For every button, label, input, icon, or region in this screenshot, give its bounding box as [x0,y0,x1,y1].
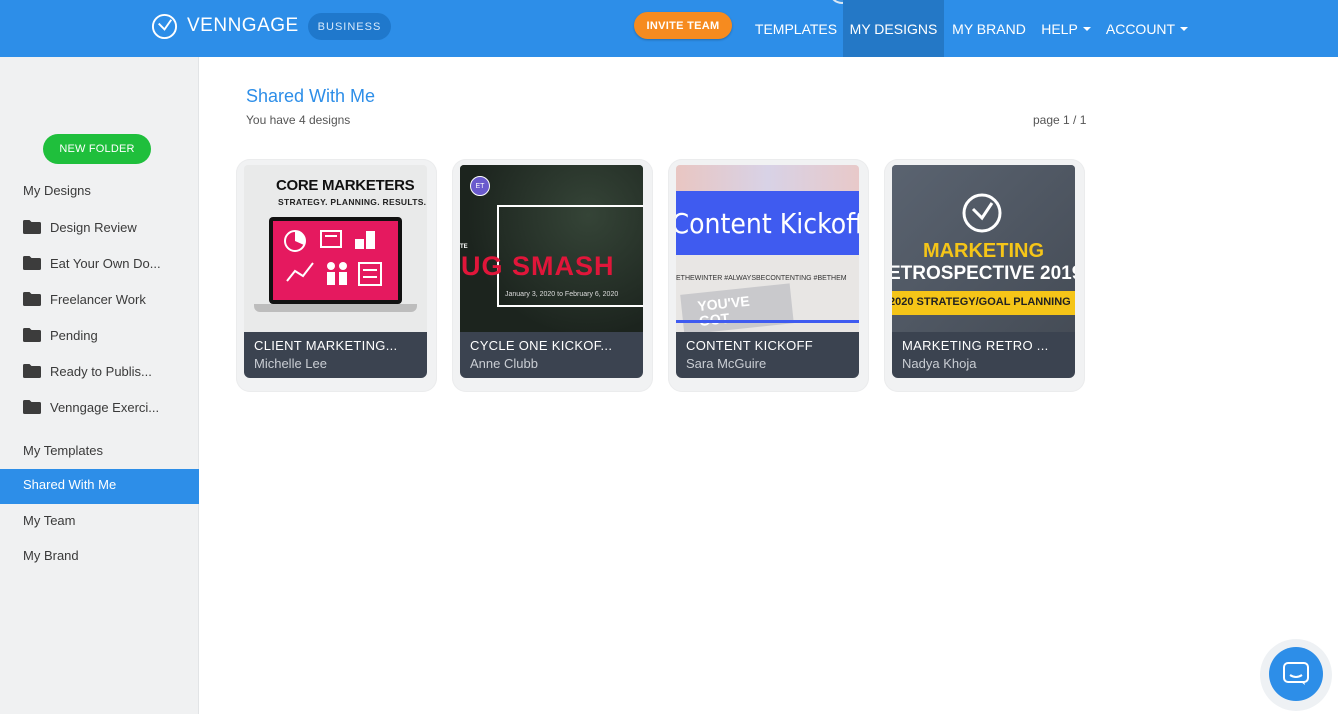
top-navbar: VENNGAGE BUSINESS INVITE TEAM TEMPLATES … [0,0,1338,57]
folder-label: Freelancer Work [50,291,146,307]
caret-down-icon [1180,26,1189,31]
design-author: Michelle Lee [254,356,327,371]
sidebar-item-my-brand[interactable]: My Brand [23,547,79,565]
folder-icon [23,292,41,306]
brand-name: VENNGAGE [187,15,299,36]
sidebar-item-my-team[interactable]: My Team [23,512,76,530]
nav-account[interactable]: ACCOUNT [1099,0,1195,57]
marketing-icons [284,230,382,286]
chat-button[interactable] [1269,647,1323,701]
venngage-clock-logo-icon [962,193,1002,233]
new-folder-button[interactable]: NEW FOLDER [43,134,151,164]
design-author: Anne Clubb [470,356,538,371]
design-title: CYCLE ONE KICKOF... [470,338,613,353]
design-card[interactable]: ET TE UG SMASH January 3, 2020 to Februa… [452,159,653,392]
design-title: MARKETING RETRO ... [902,338,1049,353]
plan-badge: BUSINESS [308,13,391,40]
thumb-banner: 2020 STRATEGY/GOAL PLANNING [892,296,1071,308]
sidebar: NEW FOLDER My Designs Design Review Eat … [0,57,199,714]
design-card[interactable]: CORE MARKETERS STRATEGY. PLANNING. RESUL… [236,159,437,392]
design-thumbnail[interactable]: Content Kickoff ETHEWINTER #ALWAYSBECONT… [676,165,859,332]
thumb-headline: UG SMASH [461,251,615,281]
folder-icon [23,256,41,270]
thumb-top-photo [676,165,859,191]
nav-label: MY DESIGNS [849,20,938,37]
sidebar-item-shared-with-me[interactable]: Shared With Me [0,469,199,504]
folder-icon [23,220,41,234]
caret-down-icon [1082,26,1091,31]
design-title: CONTENT KICKOFF [686,338,814,353]
folder-label: Pending [50,327,98,343]
page-title: Shared With Me [246,86,376,106]
design-caption[interactable]: CLIENT MARKETING... Michelle Lee [244,332,427,378]
sidebar-folder[interactable]: Pending [23,326,98,344]
folder-icon [23,364,41,378]
nav-label: TEMPLATES [754,20,838,37]
thumb-sticker: YOU'VE GOT [680,283,794,332]
sidebar-folder[interactable]: Ready to Publis... [23,362,152,380]
thumb-headline: Content Kickoff [676,206,859,240]
nav-label: HELP [1041,20,1078,37]
sidebar-folder[interactable]: Freelancer Work [23,290,146,308]
thumb-blue-banner: Content Kickoff [676,191,859,255]
laptop-display [273,221,398,300]
laptop-base [254,304,417,312]
sidebar-item-my-designs[interactable]: My Designs [23,182,91,200]
chat-launcher[interactable] [1260,639,1332,711]
thumb-line1: MARKETING [922,240,1045,262]
thumb-dates: January 3, 2020 to February 6, 2020 [505,291,619,298]
thumb-hashtags: ETHEWINTER #ALWAYSBECONTENTING #BETHEM [676,275,847,282]
thumb-prefix: TE [460,244,468,250]
chat-bubble-icon [1283,662,1309,685]
nav-my-brand[interactable]: MY BRAND [945,0,1033,57]
design-caption[interactable]: MARKETING RETRO ... Nadya Khoja [892,332,1075,378]
thumb-yellow-band: 2020 STRATEGY/GOAL PLANNING [892,291,1075,315]
venngage-logo[interactable]: VENNGAGE [151,12,299,40]
design-count: You have 4 designs [246,113,351,127]
design-thumbnail[interactable]: MARKETING ETROSPECTIVE 2019 2020 STRATEG… [892,165,1075,332]
design-title: CLIENT MARKETING... [254,338,398,353]
sidebar-folder[interactable]: Venngage Exerci... [23,398,159,416]
folder-label: Eat Your Own Do... [50,255,161,271]
nav-help[interactable]: HELP [1034,0,1098,57]
collaborator-avatar[interactable]: ET [470,176,490,196]
sidebar-item-label: Shared With Me [23,477,117,492]
sidebar-folder[interactable]: Design Review [23,218,137,236]
folder-label: Venngage Exerci... [50,399,160,415]
venngage-clock-logo-icon [151,13,178,39]
folder-label: Design Review [50,219,137,235]
thumb-divider [676,320,859,323]
thumb-sticker-text: YOU'VE GOT [696,292,751,329]
invite-team-button[interactable]: INVITE TEAM [634,12,732,39]
pagination: page 1 / 1 [1033,113,1087,127]
design-thumbnail[interactable]: CORE MARKETERS STRATEGY. PLANNING. RESUL… [244,165,427,332]
folder-icon [23,400,41,414]
design-caption[interactable]: CONTENT KICKOFF Sara McGuire [676,332,859,378]
nav-label: MY BRAND [952,20,1026,37]
design-author: Nadya Khoja [902,356,977,371]
thumb-heading: CORE MARKETERS [276,177,415,194]
thumb-line2: ETROSPECTIVE 2019 [892,263,1075,284]
thumb-tagline: STRATEGY. PLANNING. RESULTS. [278,197,427,207]
folder-icon [23,328,41,342]
sidebar-item-my-templates[interactable]: My Templates [23,442,103,460]
sidebar-folder[interactable]: Eat Your Own Do... [23,254,161,272]
folder-label: Ready to Publis... [50,363,152,379]
nav-my-designs[interactable]: MY DESIGNS [843,0,944,57]
design-caption[interactable]: CYCLE ONE KICKOF... Anne Clubb [460,332,643,378]
design-card[interactable]: Content Kickoff ETHEWINTER #ALWAYSBECONT… [668,159,869,392]
design-author: Sara McGuire [686,356,767,371]
laptop-screen [269,217,402,304]
nav-label: ACCOUNT [1105,20,1176,37]
design-card[interactable]: MARKETING ETROSPECTIVE 2019 2020 STRATEG… [884,159,1085,392]
nav-templates[interactable]: TEMPLATES [750,0,842,57]
design-thumbnail[interactable]: ET TE UG SMASH January 3, 2020 to Februa… [460,165,643,332]
